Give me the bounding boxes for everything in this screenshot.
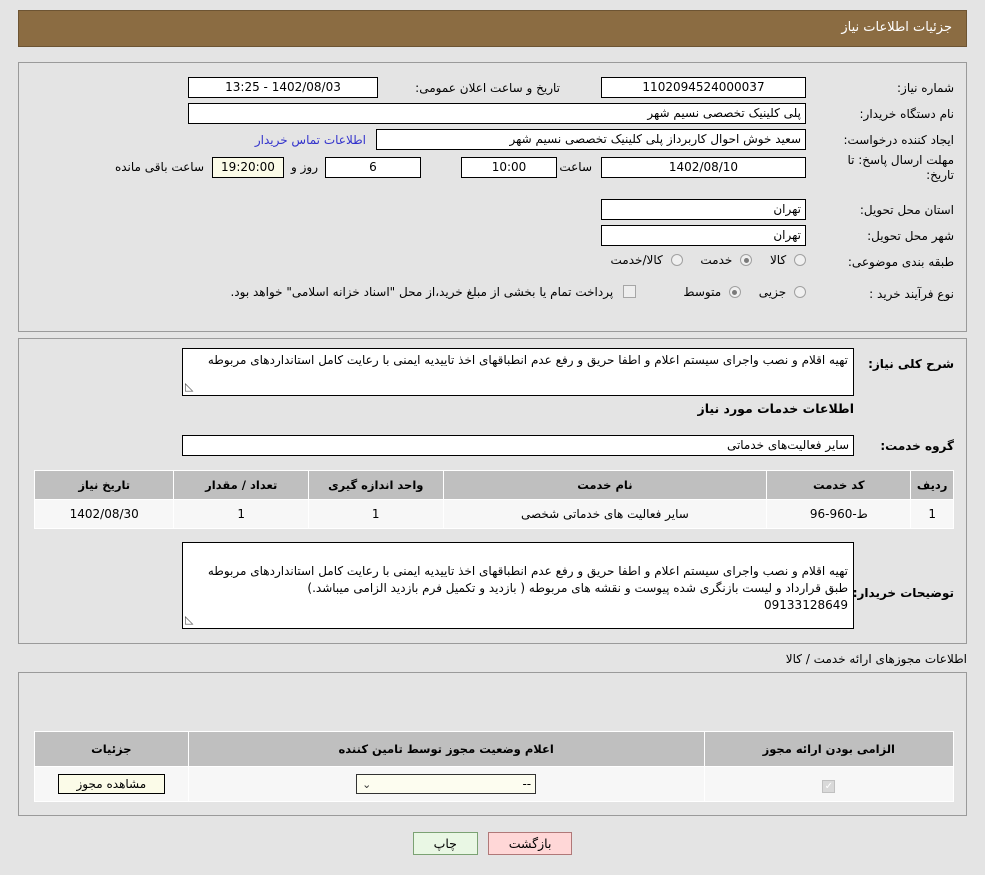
category-radio-group[interactable]: کالا خدمت کالا/خدمت (597, 253, 806, 267)
days-label: روز و (291, 160, 318, 174)
process-radio-group[interactable]: جزیی متوسط (669, 285, 806, 299)
permits-row: ✓ ⌄ -- مشاهده مجوز (34, 766, 955, 802)
category-option-1[interactable]: خدمت (683, 253, 753, 267)
th-unit: واحد اندازه گیری (308, 470, 444, 500)
need-number-value: 1102094524000037 (601, 77, 806, 98)
need-number-label: شماره نیاز: (897, 81, 954, 95)
th-permit-status: اعلام وضعیت مجوز توسط تامین کننده (187, 731, 705, 767)
radio-motevaset[interactable] (728, 286, 741, 298)
service-group-label: گروه خدمت: (880, 439, 954, 453)
cell-permit-required: ✓ (703, 766, 955, 802)
services-table: ردیف کد خدمت نام خدمت واحد اندازه گیری ت… (33, 470, 954, 529)
category-label: طبقه بندی موضوعی: (847, 255, 954, 269)
buyer-notes-textarea[interactable]: تهیه اقلام و نصب واجرای سیستم اعلام و اط… (182, 542, 854, 629)
radio-kala[interactable] (794, 254, 806, 266)
summary-label: شرح کلی نیاز: (868, 357, 954, 371)
th-qty: تعداد / مقدار (173, 470, 309, 500)
deadline-label: مهلت ارسال پاسخ: تا تاریخ: (847, 153, 954, 182)
buyer-notes-label: توضیحات خریدار: (852, 586, 954, 600)
radio-khedmat[interactable] (740, 254, 753, 266)
announcement-value: 1402/08/03 - 13:25 (188, 77, 378, 98)
page-title: جزئیات اطلاعات نیاز (841, 20, 952, 35)
services-table-header-row: ردیف کد خدمت نام خدمت واحد اندازه گیری ت… (33, 470, 954, 500)
creator-value: سعید خوش احوال کاربرداز پلی کلینیک تخصصی… (376, 129, 806, 150)
services-heading: اطلاعات خدمات مورد نیاز (697, 401, 855, 416)
buyer-org-label: نام دستگاه خریدار: (859, 107, 955, 121)
header-bar: جزئیات اطلاعات نیاز (18, 10, 967, 47)
cell-qty: 1 (173, 499, 309, 529)
th-code: کد خدمت (766, 470, 912, 500)
category-option-2[interactable]: کالا/خدمت (597, 253, 683, 267)
page-root: AriaTender.net جزئیات اطلاعات نیاز شماره… (0, 0, 985, 875)
permit-required-checkbox: ✓ (822, 779, 836, 793)
city-label: شهر محل تحویل: (867, 229, 954, 243)
back-button[interactable]: بازگشت (487, 832, 573, 855)
creator-label: ایجاد کننده درخواست: (843, 133, 954, 147)
footer-buttons: بازگشت چاپ (0, 832, 985, 855)
resize-grip-icon-2: ◺ (185, 613, 194, 626)
summary-value: تهیه اقلام و نصب واجرای سیستم اعلام و اط… (207, 353, 848, 367)
cell-need-date: 1402/08/30 (33, 499, 175, 529)
th-permit-required: الزامی بودن ارائه مجوز (703, 731, 955, 767)
radio-kala-khedmat[interactable] (670, 254, 683, 266)
process-option-0-label: جزیی (758, 285, 787, 299)
resize-grip-icon: ◺ (185, 380, 194, 393)
buyer-contact-link[interactable]: اطلاعات تماس خریدار (255, 133, 366, 147)
city-value: تهران (601, 225, 806, 246)
print-button[interactable]: چاپ (412, 832, 478, 855)
remaining-days: 6 (325, 157, 421, 178)
province-value: تهران (601, 199, 806, 220)
deadline-date: 1402/08/10 (601, 157, 806, 178)
buyer-org-value: پلی کلینیک تخصصی نسیم شهر (188, 103, 806, 124)
buyer-notes-value: تهیه اقلام و نصب واجرای سیستم اعلام و اط… (207, 564, 848, 612)
th-radif: ردیف (910, 470, 954, 500)
need-info-panel: شماره نیاز: 1102094524000037 تاریخ و ساع… (18, 62, 967, 332)
th-need-date: تاریخ نیاز (33, 470, 175, 500)
treasury-checkbox[interactable] (623, 285, 636, 298)
cell-unit: 1 (308, 499, 444, 529)
view-permit-button[interactable]: مشاهده مجوز (57, 774, 166, 794)
permits-panel: الزامی بودن ارائه مجوز اعلام وضعیت مجوز … (18, 672, 967, 816)
permit-status-select[interactable]: ⌄ -- (356, 774, 537, 794)
permits-caption: اطلاعات مجوزهای ارائه خدمت / کالا (785, 652, 967, 666)
process-option-1-label: متوسط (683, 285, 722, 299)
category-option-0[interactable]: کالا (752, 253, 806, 267)
process-type-label: نوع فرآیند خرید : (869, 287, 954, 301)
category-option-0-label: کالا (769, 253, 787, 267)
remaining-time: 19:20:00 (212, 157, 284, 178)
cell-permit-status: ⌄ -- (187, 766, 705, 802)
table-row: 1 ط-960-96 سایر فعالیت های خدماتی شخصی 1… (33, 499, 954, 529)
cell-code: ط-960-96 (766, 499, 912, 529)
hour-label: ساعت (559, 160, 592, 174)
category-option-2-label: کالا/خدمت (610, 253, 663, 267)
cell-radif: 1 (910, 499, 954, 529)
permits-table: الزامی بودن ارائه مجوز اعلام وضعیت مجوز … (34, 731, 955, 802)
radio-jozii[interactable] (794, 286, 806, 298)
permit-status-value: -- (522, 777, 532, 791)
deadline-time: 10:00 (461, 157, 557, 178)
permits-header-row: الزامی بودن ارائه مجوز اعلام وضعیت مجوز … (34, 731, 955, 767)
cell-permit-details: مشاهده مجوز (34, 766, 189, 802)
process-option-1[interactable]: متوسط (669, 285, 741, 299)
th-name: نام خدمت (442, 470, 768, 500)
category-option-1-label: خدمت (700, 253, 733, 267)
need-description-panel: شرح کلی نیاز: تهیه اقلام و نصب واجرای سی… (18, 338, 967, 644)
province-label: استان محل تحویل: (859, 203, 954, 217)
treasury-checkbox-label: پرداخت تمام یا بخشی از مبلغ خرید،از محل … (230, 285, 614, 299)
process-option-0[interactable]: جزیی (741, 285, 806, 299)
cell-name: سایر فعالیت های خدماتی شخصی (442, 499, 768, 529)
announcement-label: تاریخ و ساعت اعلان عمومی: (415, 81, 560, 95)
summary-textarea[interactable]: تهیه اقلام و نصب واجرای سیستم اعلام و اط… (182, 348, 854, 396)
th-permit-details: جزئیات (34, 731, 189, 767)
service-group-value: سایر فعالیت‌های خدماتی (182, 435, 854, 456)
treasury-note[interactable]: پرداخت تمام یا بخشی از مبلغ خرید،از محل … (216, 285, 636, 299)
chevron-down-icon: ⌄ (362, 778, 372, 791)
remaining-label: ساعت باقی مانده (114, 160, 204, 174)
